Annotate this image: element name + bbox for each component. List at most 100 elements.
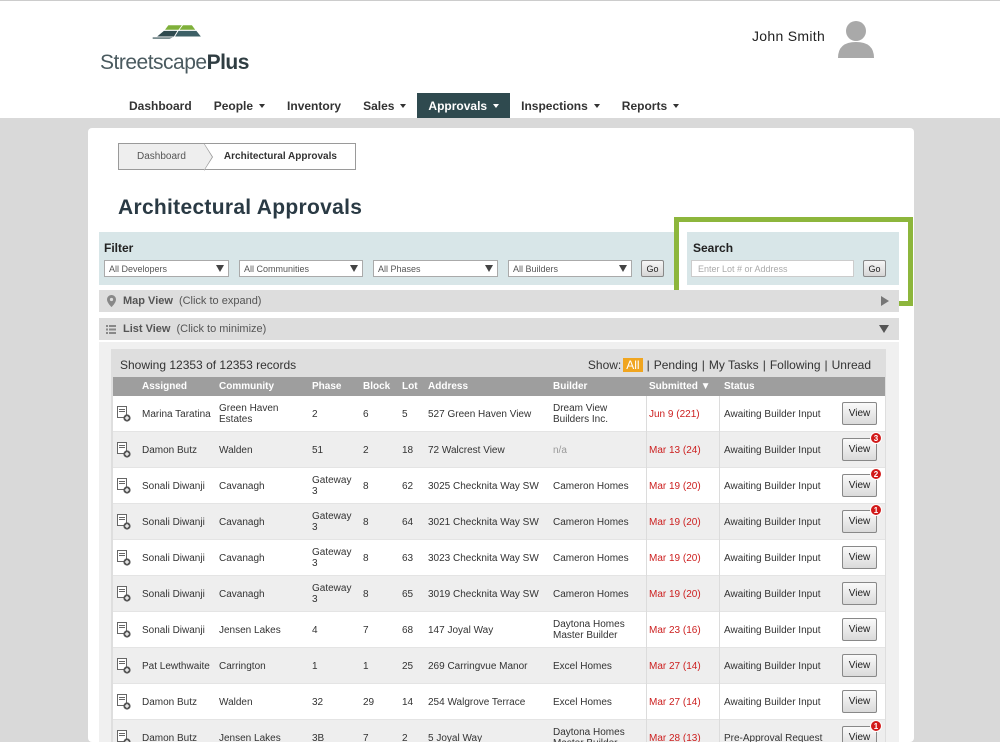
show-my-tasks-link[interactable]: My Tasks bbox=[707, 358, 761, 372]
table-row[interactable]: Sonali Diwanji Jensen Lakes 4 7 68 147 Joyal … bbox=[113, 612, 885, 648]
table-row[interactable]: Sonali Diwanji Cavanagh Gateway 3 8 64 3021 C… bbox=[113, 504, 885, 540]
col-phase[interactable]: Phase bbox=[312, 381, 341, 392]
breadcrumb-separator-fill bbox=[203, 144, 212, 170]
show-sep: | bbox=[824, 358, 828, 372]
col-address[interactable]: Address bbox=[428, 381, 468, 392]
breadcrumb-home-label[interactable]: Dashboard bbox=[137, 151, 186, 162]
cell-lot: 63 bbox=[402, 552, 414, 564]
view-button[interactable]: View bbox=[842, 582, 877, 605]
cell-address: 527 Green Haven View bbox=[428, 408, 532, 420]
cell-community: Green Haven Estates bbox=[219, 403, 279, 425]
expand-arrow-icon[interactable] bbox=[881, 296, 889, 306]
nav-item-people[interactable]: People bbox=[203, 93, 276, 119]
avatar-icon[interactable] bbox=[836, 18, 876, 58]
table-row[interactable]: Sonali Diwanji Cavanagh Gateway 3 8 63 3023 C… bbox=[113, 540, 885, 576]
developers-select[interactable]: All Developers bbox=[104, 260, 229, 277]
table-row[interactable]: Damon Butz Jensen Lakes 3B 7 2 5 Joyal Way Day… bbox=[113, 720, 885, 742]
collapse-arrow-icon[interactable] bbox=[879, 325, 889, 333]
nav-item-reports[interactable]: Reports bbox=[611, 93, 690, 119]
show-all-link[interactable]: All bbox=[623, 358, 643, 372]
user-name[interactable]: John Smith bbox=[752, 28, 825, 44]
cell-assigned: Sonali Diwanji bbox=[142, 516, 205, 528]
add-document-icon[interactable] bbox=[117, 694, 131, 710]
chevron-down-icon bbox=[673, 104, 680, 108]
map-pin-icon bbox=[99, 295, 123, 307]
view-button[interactable]: View bbox=[842, 654, 877, 677]
table-row[interactable]: Pat Lewthwaite Carrington 1 1 25 269 Carringv… bbox=[113, 648, 885, 684]
add-document-icon[interactable] bbox=[117, 442, 131, 458]
col-submitted[interactable]: Submitted ▼ bbox=[649, 381, 711, 392]
search-title: Search bbox=[693, 241, 734, 255]
nav-item-approvals[interactable]: Approvals bbox=[417, 93, 511, 119]
chevron-down-icon bbox=[493, 104, 500, 108]
list-view-note: (Click to minimize) bbox=[176, 323, 267, 335]
filter-go-button[interactable]: Go bbox=[641, 260, 664, 277]
show-sep: | bbox=[701, 358, 705, 372]
column-divider bbox=[646, 468, 647, 504]
communities-select[interactable]: All Communities bbox=[239, 260, 363, 277]
breadcrumb-dashboard[interactable]: Dashboard bbox=[119, 143, 213, 171]
column-divider bbox=[646, 540, 647, 576]
cell-address: 3019 Checknita Way SW bbox=[428, 588, 539, 600]
add-document-icon[interactable] bbox=[117, 550, 131, 566]
add-document-icon[interactable] bbox=[117, 514, 131, 530]
cell-submitted: Mar 28 (13) bbox=[649, 732, 701, 742]
view-button[interactable]: View bbox=[842, 618, 877, 641]
add-document-icon[interactable] bbox=[117, 622, 131, 638]
show-pending-link[interactable]: Pending bbox=[652, 358, 700, 372]
view-button[interactable]: View bbox=[842, 690, 877, 713]
col-assigned[interactable]: Assigned bbox=[142, 381, 187, 392]
col-builder[interactable]: Builder bbox=[553, 381, 587, 392]
chevron-down-icon bbox=[400, 104, 407, 108]
col-status[interactable]: Status bbox=[724, 381, 755, 392]
view-button[interactable]: View bbox=[842, 402, 877, 425]
nav-item-label: Inventory bbox=[287, 99, 342, 113]
cell-submitted: Mar 13 (24) bbox=[649, 444, 701, 456]
cell-status: Awaiting Builder Input bbox=[724, 696, 821, 708]
view-button[interactable]: View bbox=[842, 546, 877, 569]
show-unread-link[interactable]: Unread bbox=[830, 358, 873, 372]
builders-select[interactable]: All Builders bbox=[508, 260, 632, 277]
cell-status: Awaiting Builder Input bbox=[724, 408, 821, 420]
cell-phase: Gateway 3 bbox=[312, 583, 352, 605]
column-divider bbox=[646, 684, 647, 720]
col-community[interactable]: Community bbox=[219, 381, 274, 392]
add-document-icon[interactable] bbox=[117, 658, 131, 674]
nav-item-label: People bbox=[213, 99, 254, 113]
cell-phase: 4 bbox=[312, 624, 318, 636]
logo-text[interactable]: StreetscapePlus bbox=[100, 51, 249, 75]
add-document-icon[interactable] bbox=[117, 730, 131, 742]
cell-block: 8 bbox=[363, 588, 369, 600]
add-document-icon[interactable] bbox=[117, 478, 131, 494]
table-row[interactable]: Sonali Diwanji Cavanagh Gateway 3 8 62 3025 C… bbox=[113, 468, 885, 504]
cell-address: 3021 Checknita Way SW bbox=[428, 516, 539, 528]
list-view-bar[interactable]: List View (Click to minimize) bbox=[99, 318, 899, 340]
search-go-button[interactable]: Go bbox=[863, 260, 886, 277]
nav-item-label: Approvals bbox=[428, 99, 488, 113]
nav-item-inspections[interactable]: Inspections bbox=[510, 93, 611, 119]
cell-assigned: Sonali Diwanji bbox=[142, 588, 205, 600]
col-lot[interactable]: Lot bbox=[402, 381, 418, 392]
nav-item-inventory[interactable]: Inventory bbox=[276, 93, 352, 119]
column-divider bbox=[646, 576, 647, 612]
table-row[interactable]: Damon Butz Walden 51 2 18 72 Walcrest View n/a… bbox=[113, 432, 885, 468]
cell-community: Jensen Lakes bbox=[219, 624, 281, 636]
search-input[interactable]: Enter Lot # or Address bbox=[691, 260, 854, 277]
nav-item-dashboard[interactable]: Dashboard bbox=[118, 93, 203, 119]
nav-item-label: Inspections bbox=[521, 99, 588, 113]
table-body: Marina Taratina Green Haven Estates 2 6 5 527… bbox=[113, 396, 885, 742]
table-row[interactable]: Damon Butz Walden 32 29 14 254 Walgrove Terra… bbox=[113, 684, 885, 720]
show-filter-links: Show: All | Pending | My Tasks | Followi… bbox=[586, 358, 873, 372]
col-block[interactable]: Block bbox=[363, 381, 390, 392]
table-row[interactable]: Sonali Diwanji Cavanagh Gateway 3 8 65 3019 C… bbox=[113, 576, 885, 612]
show-following-link[interactable]: Following bbox=[768, 358, 823, 372]
column-divider bbox=[646, 396, 647, 432]
cell-status: Awaiting Builder Input bbox=[724, 624, 821, 636]
column-divider bbox=[646, 504, 647, 540]
add-document-icon[interactable] bbox=[117, 406, 131, 422]
add-document-icon[interactable] bbox=[117, 586, 131, 602]
phases-select[interactable]: All Phases bbox=[373, 260, 498, 277]
nav-item-sales[interactable]: Sales bbox=[352, 93, 417, 119]
map-view-bar[interactable]: Map View (Click to expand) bbox=[99, 290, 899, 312]
table-row[interactable]: Marina Taratina Green Haven Estates 2 6 5 527… bbox=[113, 396, 885, 432]
